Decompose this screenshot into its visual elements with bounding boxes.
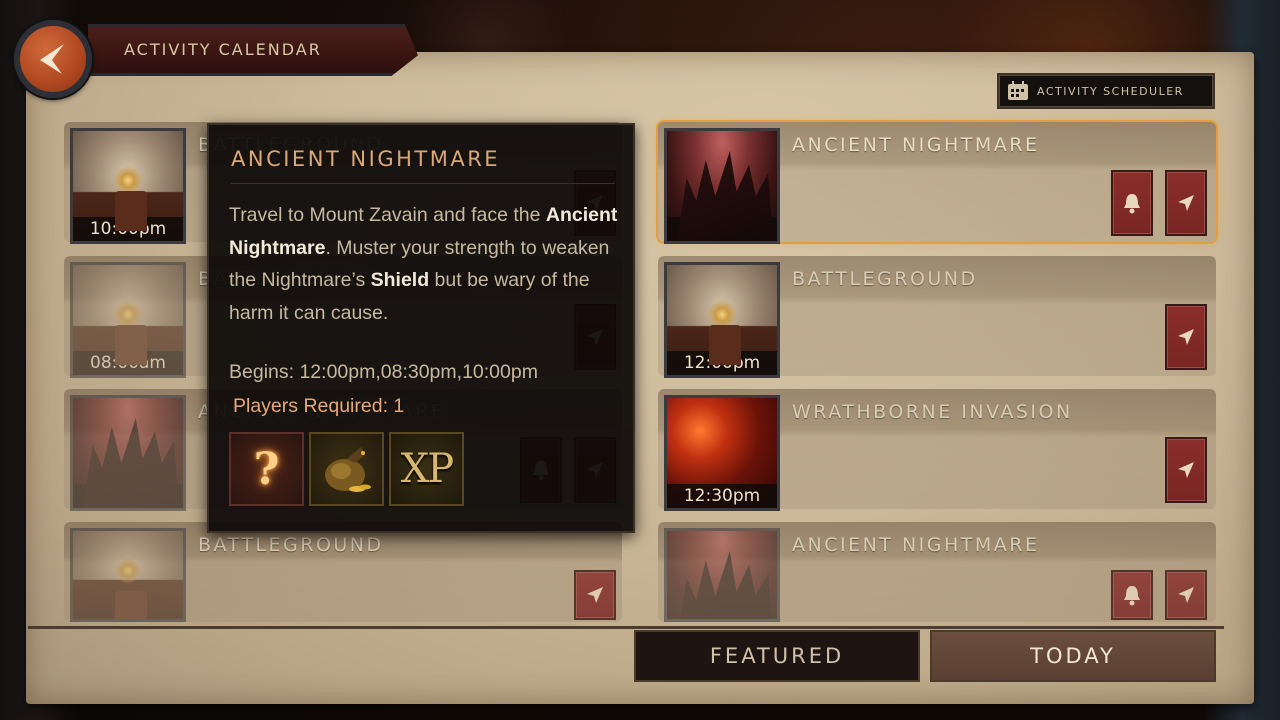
event-time: 12:00pm — [73, 484, 183, 508]
back-button[interactable] — [14, 20, 92, 98]
divider — [28, 626, 1224, 629]
event-time: 12:30pm — [667, 484, 777, 508]
calendar-icon — [1008, 81, 1028, 100]
event-thumbnail: 10:00pm — [664, 128, 780, 244]
page-title: ACTIVITY CALENDAR — [124, 40, 322, 59]
xp-reward[interactable]: XP — [389, 432, 464, 506]
event-thumbnail: 08:00am — [70, 262, 186, 378]
event-card[interactable]: 12:00pm BATTLEGROUND — [658, 256, 1216, 378]
remind-button[interactable] — [1111, 170, 1153, 236]
question-mark-icon: ? — [253, 443, 280, 495]
event-card[interactable]: BATTLEGROUND — [64, 522, 622, 622]
event-thumbnail: 12:00pm — [70, 395, 186, 511]
bell-icon — [1124, 586, 1140, 606]
event-thumbnail: 12:00pm — [664, 262, 780, 378]
navigate-button[interactable] — [1165, 570, 1207, 620]
event-title: WRATHBORNE INVASION — [792, 401, 1073, 423]
event-title: ANCIENT NIGHTMARE — [792, 134, 1040, 156]
event-thumbnail — [664, 528, 780, 622]
tooltip-players-required: Players Required: 1 — [233, 395, 405, 417]
tooltip-divider — [231, 183, 615, 184]
tooltip-description: Travel to Mount Zavain and face the Anci… — [229, 199, 619, 329]
tooltip-title: ANCIENT NIGHTMARE — [231, 147, 501, 171]
event-card[interactable]: ANCIENT NIGHTMARE — [658, 522, 1216, 622]
navigate-button[interactable] — [1165, 437, 1207, 503]
xp-icon: XP — [400, 446, 454, 492]
navigate-arrow-icon — [1178, 195, 1194, 211]
remind-button[interactable] — [1111, 570, 1153, 620]
event-time: 10:00pm — [667, 217, 777, 241]
tab-featured[interactable]: FEATURED — [634, 630, 920, 682]
activity-scheduler-label: ACTIVITY SCHEDULER — [1037, 84, 1184, 98]
event-thumbnail: 12:30pm — [664, 395, 780, 511]
event-title: BATTLEGROUND — [792, 268, 978, 290]
bell-icon — [1124, 194, 1140, 214]
desc-highlight: Shield — [370, 269, 430, 291]
tab-today[interactable]: TODAY — [930, 630, 1216, 682]
event-thumbnail: 10:00pm — [70, 128, 186, 244]
event-title: BATTLEGROUND — [198, 534, 384, 556]
event-title: ANCIENT NIGHTMARE — [792, 534, 1040, 556]
navigate-arrow-icon — [587, 587, 603, 603]
event-card-selected[interactable]: 10:00pm ANCIENT NIGHTMARE — [658, 122, 1216, 244]
navigate-arrow-icon — [1178, 329, 1194, 345]
event-time: 08:00am — [73, 351, 183, 375]
mystery-reward[interactable]: ? — [229, 432, 304, 506]
gold-bag-icon — [324, 447, 371, 492]
chevron-left-icon — [40, 44, 64, 74]
navigate-arrow-icon — [1178, 587, 1194, 603]
event-tooltip: ANCIENT NIGHTMARE Travel to Mount Zavain… — [207, 123, 635, 533]
event-time: 10:00pm — [73, 217, 183, 241]
navigate-button[interactable] — [1165, 304, 1207, 370]
navigate-button[interactable] — [574, 570, 616, 620]
tooltip-begins: Begins: 12:00pm,08:30pm,10:00pm — [229, 361, 538, 383]
activity-scheduler-button[interactable]: ACTIVITY SCHEDULER — [997, 73, 1215, 109]
event-time: 12:00pm — [667, 351, 777, 375]
gold-reward[interactable] — [309, 432, 384, 506]
event-card[interactable]: 12:30pm WRATHBORNE INVASION — [658, 389, 1216, 511]
event-thumbnail — [70, 528, 186, 622]
desc-text: Travel to Mount Zavain and face the — [229, 204, 546, 226]
navigate-button[interactable] — [1165, 170, 1207, 236]
navigate-arrow-icon — [1178, 462, 1194, 478]
